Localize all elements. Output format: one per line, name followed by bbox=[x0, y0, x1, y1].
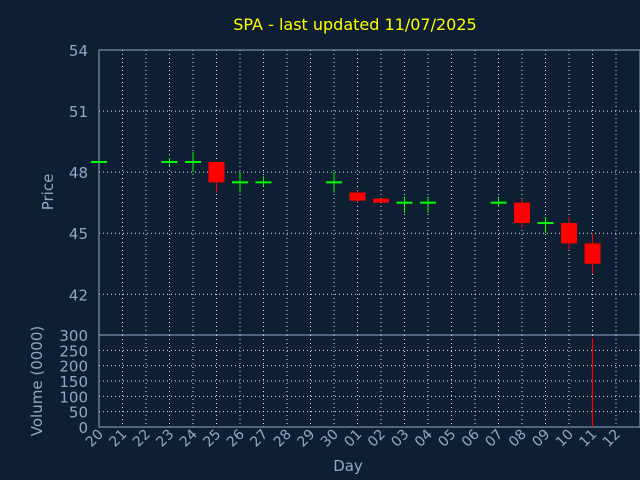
candle-25 bbox=[208, 161, 225, 193]
candle-03 bbox=[396, 196, 413, 213]
x-tick-label: 03 bbox=[388, 427, 412, 451]
candle-body bbox=[185, 160, 201, 163]
x-tick-label: 02 bbox=[365, 427, 389, 451]
chart-title: SPA - last updated 11/07/2025 bbox=[233, 15, 476, 34]
x-axis-ticks: 20 21 22 23 24 25 26 27 28 29 30 01 02 03 04 05 06 07 08 09… bbox=[83, 426, 624, 450]
price-tick-label: 48 bbox=[69, 164, 88, 182]
x-tick-label: 29 bbox=[294, 427, 318, 451]
volume-panel-frame bbox=[98, 334, 640, 428]
candle-08 bbox=[514, 198, 530, 228]
candle-10 bbox=[561, 216, 577, 250]
price-panel-frame bbox=[98, 49, 640, 336]
x-tick-label: 25 bbox=[200, 427, 224, 451]
x-tick-label: 01 bbox=[341, 427, 365, 451]
price-tick-label: 45 bbox=[69, 225, 88, 243]
x-tick-label: 26 bbox=[224, 426, 248, 450]
price-gridlines bbox=[99, 49, 640, 335]
x-tick-label: 11 bbox=[576, 427, 600, 451]
candle-body bbox=[490, 201, 507, 204]
candle-body bbox=[514, 202, 530, 224]
candle-26 bbox=[232, 172, 248, 193]
candle-body bbox=[561, 223, 577, 244]
candle-body bbox=[232, 181, 248, 184]
x-axis-label: Day bbox=[333, 457, 363, 475]
price-tick-label: 54 bbox=[69, 42, 88, 60]
volume-tick-label: 150 bbox=[59, 373, 88, 391]
volume-tick-label: 250 bbox=[59, 342, 88, 360]
x-tick-label: 22 bbox=[130, 427, 154, 451]
volume-axis-label: Volume (0000) bbox=[28, 326, 46, 436]
candle-body bbox=[255, 181, 272, 184]
x-tick-label: 23 bbox=[153, 427, 177, 451]
candle-body bbox=[396, 201, 413, 204]
candlestick-series bbox=[91, 151, 601, 274]
candle-body bbox=[91, 160, 107, 163]
price-tick-label: 51 bbox=[69, 103, 88, 121]
x-tick-label: 09 bbox=[529, 427, 553, 451]
candle-20 bbox=[91, 160, 107, 163]
chart-canvas: SPA - last updated 11/07/2025 42 45 48 51 54… bbox=[28, 15, 640, 475]
candle-11 bbox=[584, 233, 601, 274]
x-tick-label: 24 bbox=[177, 426, 201, 450]
x-tick-label: 12 bbox=[600, 427, 624, 451]
candle-body bbox=[208, 161, 225, 183]
candle-01 bbox=[349, 190, 366, 203]
x-tick-label: 06 bbox=[459, 426, 483, 450]
x-tick-label: 27 bbox=[247, 427, 271, 451]
candle-body bbox=[420, 201, 436, 204]
candle-24 bbox=[185, 151, 201, 173]
x-tick-label: 21 bbox=[106, 427, 130, 451]
x-tick-label: 30 bbox=[318, 427, 342, 451]
candle-body bbox=[584, 243, 601, 264]
candle-09 bbox=[537, 216, 554, 234]
volume-tick-label: 100 bbox=[59, 388, 88, 406]
x-tick-label: 10 bbox=[553, 427, 577, 451]
candle-body bbox=[373, 198, 389, 203]
volume-y-ticks: 050100150200250300 bbox=[59, 327, 88, 437]
candle-07 bbox=[490, 196, 507, 207]
x-tick-label: 07 bbox=[482, 427, 506, 451]
candle-body bbox=[537, 222, 554, 225]
candle-23 bbox=[161, 157, 178, 167]
x-tick-label: 05 bbox=[435, 427, 459, 451]
price-tick-label: 42 bbox=[69, 286, 88, 304]
candle-27 bbox=[255, 176, 272, 187]
x-tick-label: 28 bbox=[271, 427, 295, 451]
volume-tick-label: 200 bbox=[59, 358, 88, 376]
candle-30 bbox=[326, 172, 342, 193]
x-tick-label: 08 bbox=[506, 427, 530, 451]
candle-04 bbox=[420, 196, 436, 213]
candle-body bbox=[161, 160, 178, 163]
volume-tick-label: 50 bbox=[69, 404, 88, 422]
price-axis-label: Price bbox=[39, 174, 57, 211]
volume-gridlines bbox=[99, 334, 640, 428]
candle-body bbox=[326, 181, 342, 184]
x-tick-label: 04 bbox=[412, 426, 436, 450]
volume-tick-label: 300 bbox=[59, 327, 88, 345]
volume-bars bbox=[98, 338, 594, 427]
candle-02 bbox=[373, 198, 389, 203]
price-y-ticks: 42 45 48 51 54 bbox=[69, 42, 88, 304]
candle-body bbox=[349, 192, 366, 201]
